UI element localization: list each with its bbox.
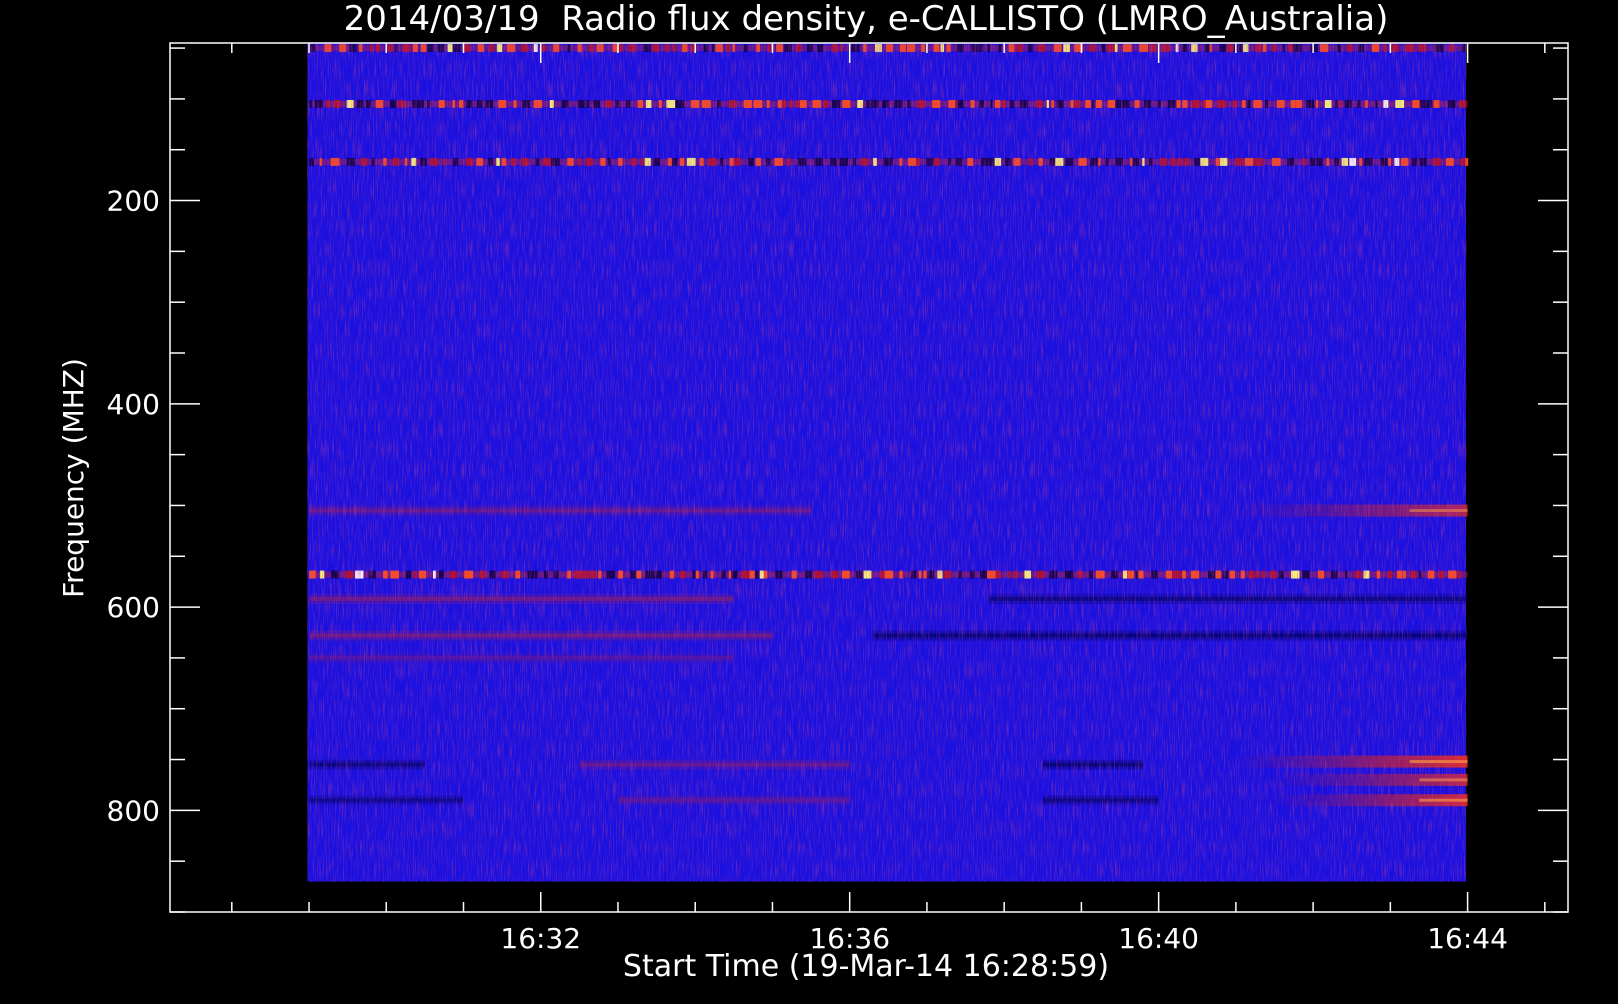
y-tick-label: 600: [107, 591, 160, 624]
spectrogram-svg: 2014/03/19 Radio flux density, e-CALLIST…: [57, 0, 1569, 984]
plot-area: [307, 43, 1469, 882]
y-tick-label: 400: [107, 388, 160, 421]
spectrogram-figure: 2014/03/19 Radio flux density, e-CALLIST…: [0, 0, 1618, 1000]
x-tick-label: 16:32: [500, 922, 581, 955]
chart-title: 2014/03/19 Radio flux density, e-CALLIST…: [344, 0, 1389, 39]
y-axis-label: Frequency (MHZ): [57, 358, 90, 598]
x-tick-label: 16:44: [1427, 922, 1508, 955]
y-tick-label: 200: [107, 185, 160, 218]
x-tick-label: 16:40: [1118, 922, 1199, 955]
x-axis-label: Start Time (19-Mar-14 16:28:59): [623, 949, 1109, 984]
y-tick-label: 800: [107, 794, 160, 827]
noise-texture: [307, 43, 1467, 882]
